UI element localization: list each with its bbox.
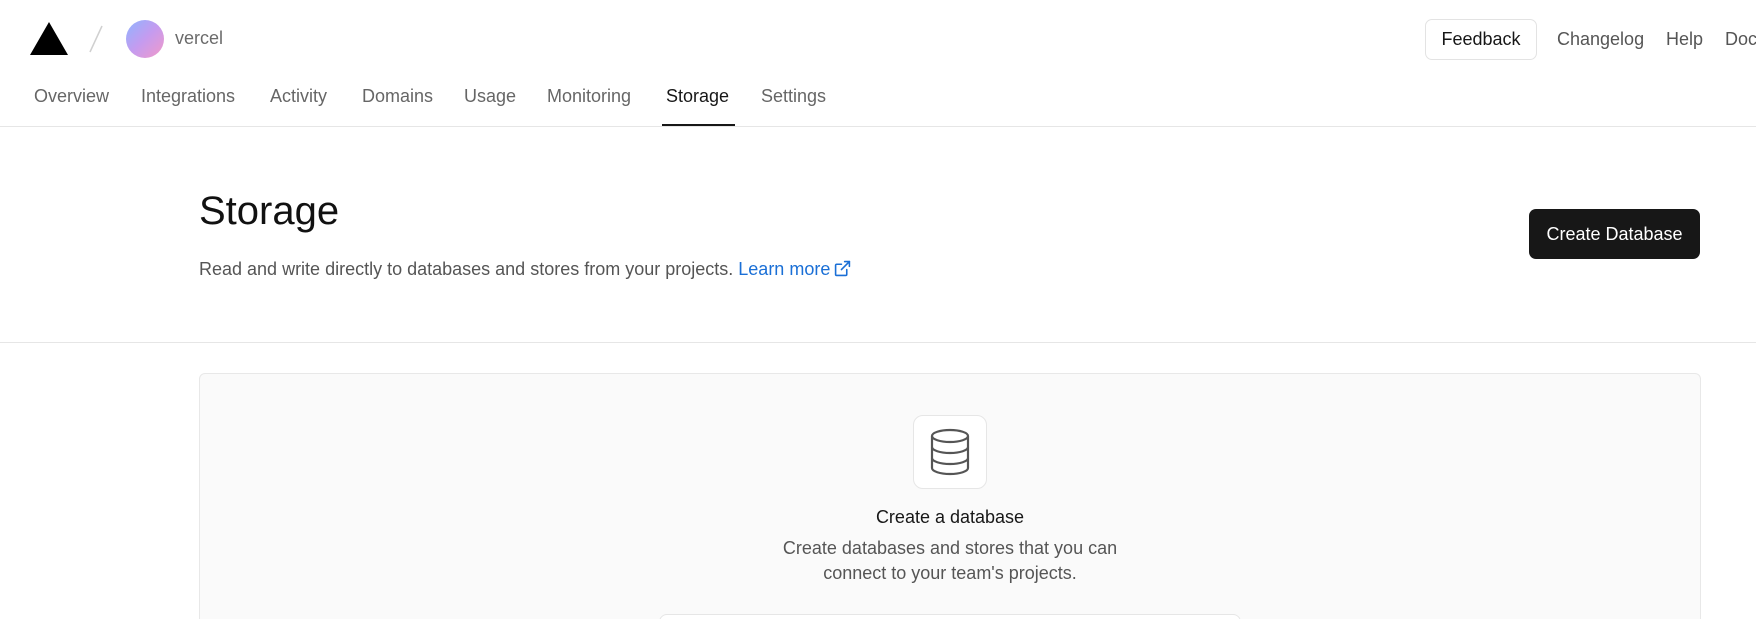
tab-domains[interactable]: Domains [362, 86, 433, 107]
tab-usage[interactable]: Usage [464, 86, 516, 107]
external-link-icon [835, 260, 851, 277]
empty-state-card: Create a database Create databases and s… [199, 373, 1701, 619]
active-tab-indicator [662, 124, 735, 126]
learn-more-link[interactable]: Learn more [738, 259, 851, 279]
tab-monitoring[interactable]: Monitoring [547, 86, 631, 107]
tab-overview[interactable]: Overview [34, 86, 109, 107]
storage-header: Storage Read and write directly to datab… [0, 127, 1756, 343]
database-icon-box [913, 415, 987, 489]
vercel-logo-icon[interactable] [30, 22, 68, 55]
empty-state-title: Create a database [875, 507, 1025, 527]
page-title: Storage [199, 189, 340, 233]
project-tabs: Overview Integrations Activity Domains U… [0, 76, 1756, 127]
empty-state-description: Create databases and stores that you can… [782, 538, 1118, 583]
tab-activity[interactable]: Activity [270, 86, 327, 107]
create-database-button[interactable]: Create Database [1529, 209, 1700, 259]
create-database-cta[interactable] [659, 614, 1241, 619]
tab-settings[interactable]: Settings [761, 86, 826, 107]
team-avatar[interactable] [126, 20, 164, 58]
learn-more-label: Learn more [738, 259, 831, 279]
page-description: Read and write directly to databases and… [199, 259, 851, 280]
feedback-button[interactable]: Feedback [1425, 19, 1537, 60]
tab-integrations[interactable]: Integrations [141, 86, 235, 107]
docs-link[interactable]: Docs [1725, 29, 1756, 50]
breadcrumb-separator-icon [89, 25, 103, 53]
top-bar: vercel Feedback Changelog Help Docs [0, 0, 1756, 76]
changelog-link[interactable]: Changelog [1557, 29, 1644, 50]
team-name[interactable]: vercel [175, 28, 223, 49]
page-description-text: Read and write directly to databases and… [199, 259, 734, 279]
database-icon [930, 428, 970, 476]
tab-storage[interactable]: Storage [666, 86, 729, 107]
help-link[interactable]: Help [1666, 29, 1703, 50]
